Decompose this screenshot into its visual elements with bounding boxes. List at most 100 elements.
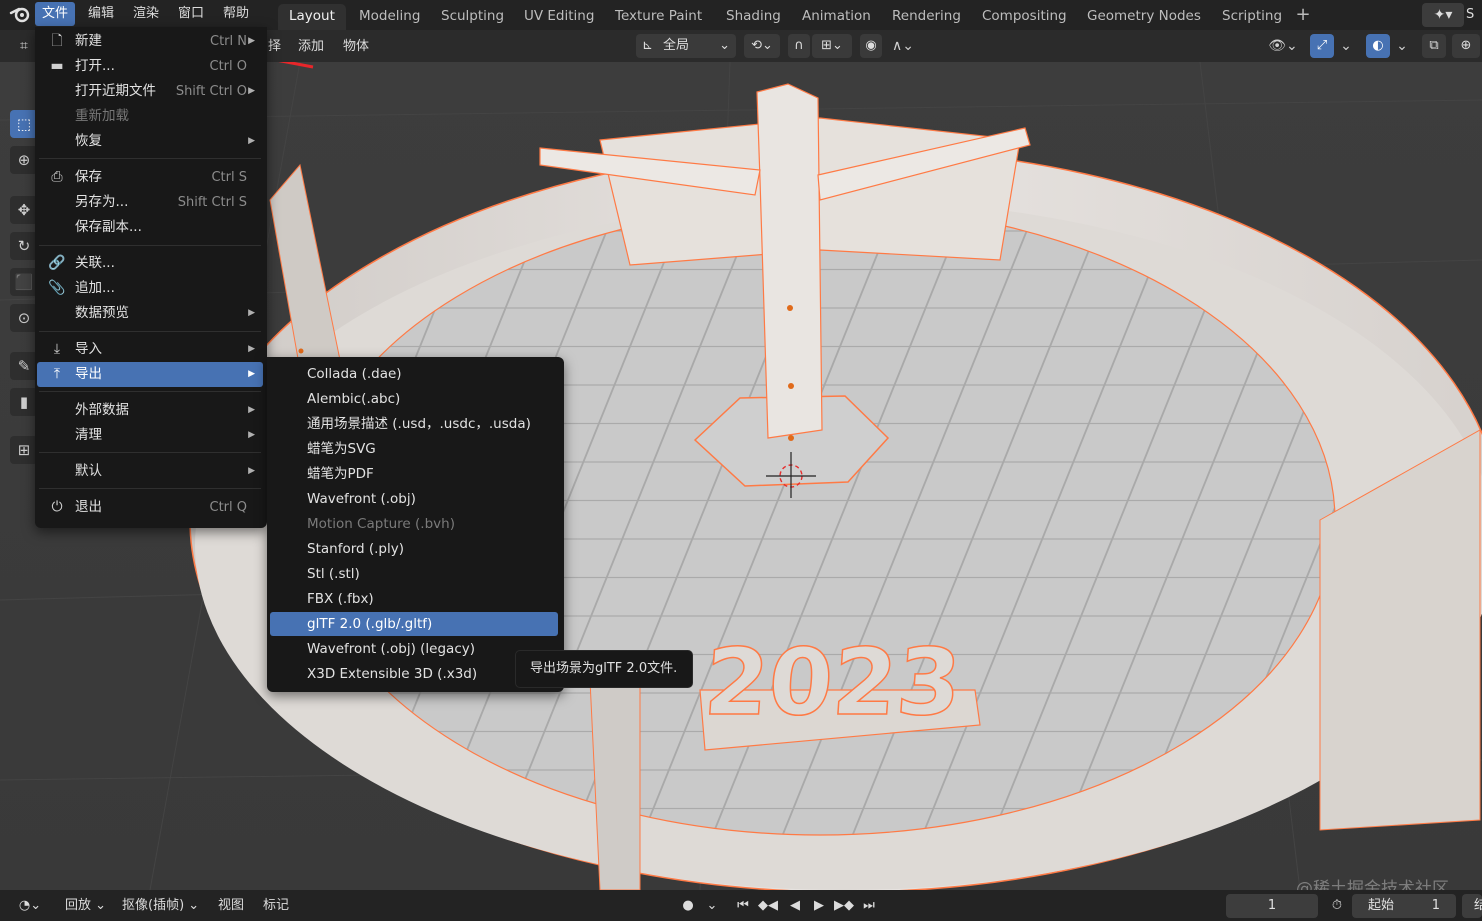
menu-object[interactable]: 物体 [343, 37, 369, 57]
menu-edit[interactable]: 编辑 [81, 2, 121, 26]
export-wavefront-obj[interactable]: Wavefront (.obj) [270, 487, 558, 511]
tab-animation[interactable]: Animation [791, 4, 882, 30]
new-file-icon: 🗋 [51, 33, 63, 49]
export-gltf[interactable]: glTF 2.0 (.glb/.gltf) [270, 612, 558, 636]
wireframe-shading-button[interactable]: ⊕ [1452, 34, 1480, 58]
menu-file[interactable]: 文件 [35, 2, 76, 26]
export-stanford-ply[interactable]: Stanford (.ply) [270, 537, 558, 561]
cursor-tool[interactable]: ⊕ [10, 146, 38, 174]
play-icon: ▶ [814, 898, 824, 913]
export-submenu: Collada (.dae) Alembic(.abc) 通用场景描述 (.us… [267, 357, 564, 692]
start-frame-field[interactable]: 起始 1 [1352, 894, 1456, 918]
export-collada[interactable]: Collada (.dae) [270, 362, 558, 386]
timeline-marker-menu[interactable]: 标记 [263, 896, 289, 916]
export-alembic[interactable]: Alembic(.abc) [270, 387, 558, 411]
tab-scripting[interactable]: Scripting [1211, 4, 1293, 30]
measure-tool[interactable]: ▮ [10, 388, 38, 416]
move-tool[interactable]: ✥ [10, 196, 38, 224]
export-stl[interactable]: Stl (.stl) [270, 562, 558, 586]
timeline-view-menu[interactable]: 视图 [218, 896, 244, 916]
scale-tool[interactable]: ⬛ [10, 268, 38, 296]
menu-render[interactable]: 渲染 [126, 2, 166, 26]
tab-geometry-nodes[interactable]: Geometry Nodes [1076, 4, 1212, 30]
file-menu-external-data[interactable]: 外部数据 ▶ [37, 398, 263, 423]
current-frame-field[interactable]: 1 [1226, 894, 1318, 918]
menu-help[interactable]: 帮助 [216, 2, 256, 26]
file-menu-open-recent[interactable]: 打开近期文件 Shift Ctrl O ▶ [37, 79, 263, 104]
menu-select-partial[interactable]: 择 [268, 37, 281, 57]
keying-menu[interactable]: 抠像(插帧) ⌄ [122, 896, 199, 916]
file-menu-data-previews[interactable]: 数据预览 ▶ [37, 301, 263, 326]
tab-sculpting[interactable]: Sculpting [430, 4, 515, 30]
file-menu-open[interactable]: ▬ 打开... Ctrl O [37, 54, 263, 79]
start-frame-label: 起始 [1368, 898, 1395, 913]
menu-window[interactable]: 窗口 [171, 2, 211, 26]
editor-type-icon[interactable]: ⌗ [12, 34, 36, 58]
export-grease-pencil-pdf[interactable]: 蜡笔为PDF [270, 462, 558, 486]
scene-name-partial: S [1466, 7, 1475, 22]
rotate-icon: ↻ [17, 237, 31, 255]
end-frame-field[interactable]: 结 [1462, 894, 1482, 918]
gizmo-icon: ⤢ [1316, 38, 1328, 53]
file-menu-new[interactable]: 🗋 新建 Ctrl N ▶ [37, 29, 263, 54]
auto-keying-dropdown[interactable]: ⌄ [704, 894, 720, 918]
xray-toggle[interactable]: ⧉ [1422, 34, 1446, 58]
tab-compositing[interactable]: Compositing [971, 4, 1078, 30]
menu-add[interactable]: 添加 [298, 37, 324, 57]
file-menu-save[interactable]: ⎙ 保存 Ctrl S [37, 165, 263, 190]
add-cube-tool[interactable]: ⊞ [10, 436, 38, 464]
tab-layout[interactable]: Layout [278, 4, 346, 30]
file-menu-save-as[interactable]: 另存为... Shift Ctrl S [37, 190, 263, 215]
gizmo-toggle[interactable]: ⤢ [1310, 34, 1334, 58]
file-menu-link[interactable]: 🔗 关联... [37, 251, 263, 276]
transform-orientation-dropdown[interactable]: ⊾ 全局 ⌄ [636, 34, 736, 58]
tab-uv-editing[interactable]: UV Editing [513, 4, 605, 30]
add-workspace-button[interactable]: + [1293, 3, 1313, 27]
file-menu-export[interactable]: ⤒ 导出 ▶ [37, 362, 263, 387]
file-menu-quit[interactable]: ⏻ 退出 Ctrl Q [37, 495, 263, 520]
file-menu-append[interactable]: 📎 追加... [37, 276, 263, 301]
gizmo-dropdown[interactable]: ⌄ [1336, 34, 1356, 58]
visibility-dropdown[interactable]: 👁⌄ [1264, 34, 1302, 58]
jump-prev-keyframe-button[interactable]: ◆◀ [756, 894, 780, 918]
export-gltf-tooltip: 导出场景为glTF 2.0文件. [515, 650, 693, 688]
proportional-edit-toggle[interactable]: ◉ [860, 34, 882, 58]
export-fbx[interactable]: FBX (.fbx) [270, 587, 558, 611]
blender-logo-icon[interactable] [8, 4, 32, 26]
submenu-arrow-icon: ▶ [248, 308, 255, 318]
pivot-point-dropdown[interactable]: ⟲⌄ [744, 34, 780, 58]
tab-rendering[interactable]: Rendering [881, 4, 972, 30]
annotate-tool[interactable]: ✎ [10, 352, 38, 380]
overlay-toggle[interactable]: ◐ [1366, 34, 1390, 58]
overlay-dropdown[interactable]: ⌄ [1392, 34, 1412, 58]
export-grease-pencil-svg[interactable]: 蜡笔为SVG [270, 437, 558, 461]
tab-texture-paint[interactable]: Texture Paint [604, 4, 713, 30]
export-usd[interactable]: 通用场景描述 (.usd，.usdc，.usda) [270, 412, 558, 436]
watermark: @稀土掘金技术社区 [1296, 879, 1449, 890]
rotate-tool[interactable]: ↻ [10, 232, 38, 260]
file-menu-recover[interactable]: 恢复 ▶ [37, 129, 263, 154]
snap-target-dropdown[interactable]: ⊞⌄ [812, 34, 852, 58]
playback-menu[interactable]: 回放 ⌄ [65, 896, 106, 916]
orientation-label: 全局 [663, 38, 690, 53]
jump-start-button[interactable]: ⏮ [732, 894, 754, 918]
transform-icon: ⊙ [17, 309, 31, 327]
jump-end-button[interactable]: ⏭ [858, 894, 880, 918]
falloff-dropdown[interactable]: ∧⌄ [886, 34, 920, 58]
snap-toggle[interactable]: ∩ [788, 34, 810, 58]
file-menu-defaults[interactable]: 默认 ▶ [37, 459, 263, 484]
timeline-editor-type-button[interactable]: ◔⌄ [12, 894, 48, 918]
auto-keying-toggle[interactable]: ● [676, 894, 700, 918]
scene-selector-button[interactable]: ✦▾ [1422, 3, 1464, 27]
file-menu-save-copy[interactable]: 保存副本... [37, 215, 263, 240]
file-menu-clean-up[interactable]: 清理 ▶ [37, 423, 263, 448]
tab-modeling[interactable]: Modeling [348, 4, 431, 30]
file-menu-import[interactable]: ⤓ 导入 ▶ [37, 337, 263, 362]
jump-next-keyframe-button[interactable]: ▶◆ [832, 894, 856, 918]
tab-shading[interactable]: Shading [715, 4, 792, 30]
transform-tool[interactable]: ⊙ [10, 304, 38, 332]
select-box-tool[interactable]: ⬚ [10, 110, 38, 138]
play-reverse-button[interactable]: ◀ [784, 894, 806, 918]
preview-range-toggle[interactable]: ⏱ [1324, 894, 1350, 918]
play-button[interactable]: ▶ [808, 894, 830, 918]
